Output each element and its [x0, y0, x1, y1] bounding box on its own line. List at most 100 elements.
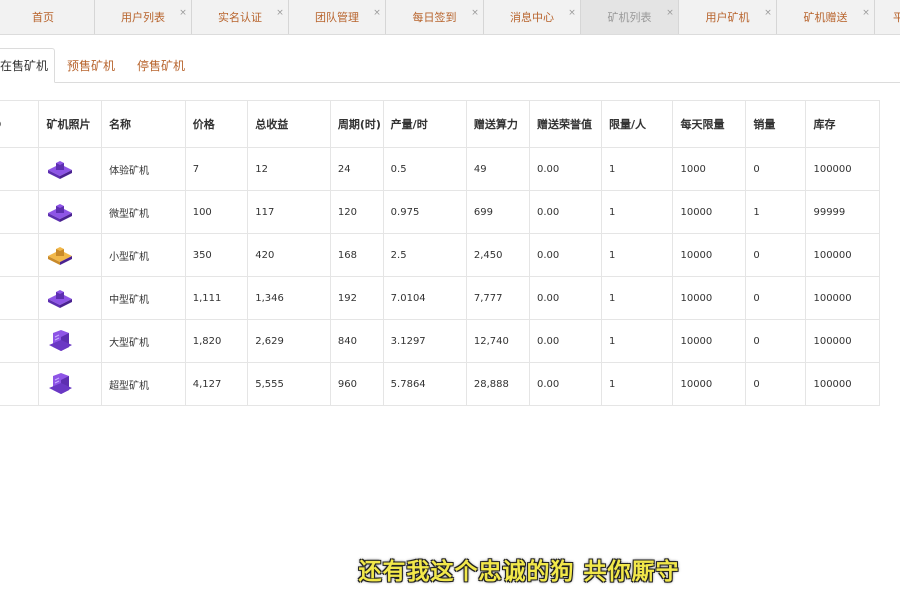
cell-id	[0, 319, 40, 363]
cell-stock: 100000	[805, 276, 880, 320]
table-row[interactable]: 体验矿机 7 12 24 0.5 49 0.00 1 1000 0 100000	[0, 147, 880, 191]
cell-name: 大型矿机	[101, 319, 186, 363]
cell-limit-per-user: 1	[601, 233, 674, 277]
subtab-on-sale[interactable]: 在售矿机	[0, 48, 55, 83]
col-header-photo: 矿机照片	[38, 100, 103, 148]
cell-daily-limit: 10000	[672, 362, 747, 406]
cell-id	[0, 190, 40, 234]
cell-honor: 0.00	[528, 147, 603, 191]
cell-daily-limit: 10000	[672, 276, 747, 320]
tab-message-center[interactable]: 消息中心 ×	[484, 0, 581, 34]
close-icon[interactable]: ×	[179, 9, 187, 18]
col-header-sold: 销量	[745, 100, 807, 148]
miner-medium-icon	[48, 290, 73, 308]
col-header-limit-per-user: 限量/人	[601, 100, 674, 148]
cell-bonus-power: 12,740	[465, 319, 530, 363]
cell-output: 0.975	[382, 190, 467, 234]
cell-output: 2.5	[382, 233, 467, 277]
close-icon[interactable]: ×	[666, 9, 674, 18]
tab-daily-checkin[interactable]: 每日签到 ×	[386, 0, 484, 34]
cell-sold: 0	[745, 147, 807, 191]
cell-daily-limit: 10000	[672, 319, 747, 363]
subtab-presale[interactable]: 预售矿机	[59, 48, 123, 82]
close-icon[interactable]: ×	[276, 9, 284, 18]
cell-total: 1,346	[247, 276, 331, 320]
table-row[interactable]: 小型矿机 350 420 168 2.5 2,450 0.00 1 10000 0 100000	[0, 233, 880, 277]
cell-stock: 99999	[805, 190, 880, 234]
cell-limit-per-user: 1	[601, 362, 674, 406]
cell-stock: 100000	[805, 233, 880, 277]
tab-team-management[interactable]: 团队管理 ×	[289, 0, 386, 34]
miner-table: ID 矿机照片 名称 价格 总收益 周期(时) 产量/时 赠送算力 赠送荣誉值 …	[0, 100, 880, 406]
cell-limit-per-user: 1	[601, 276, 674, 320]
tab-miner-gift[interactable]: 矿机赠送 ×	[777, 0, 875, 34]
cell-price: 1,111	[184, 276, 249, 320]
table-row[interactable]: 中型矿机 1,111 1,346 192 7.0104 7,777 0.00 1 10000 0 1…	[0, 276, 880, 320]
cell-output: 5.7864	[382, 362, 467, 406]
tab-bar: 首页 用户列表 × 实名认证 × 团队管理 × 每日签到 × 消息中心 × 矿机列表 × 用…	[0, 0, 900, 35]
cell-daily-limit: 10000	[672, 233, 747, 277]
close-icon[interactable]: ×	[373, 9, 381, 18]
cell-bonus-power: 28,888	[465, 362, 530, 406]
cell-limit-per-user: 1	[601, 147, 674, 191]
cell-photo	[38, 190, 103, 234]
col-header-stock: 库存	[805, 100, 880, 148]
tab-user-miners[interactable]: 用户矿机 ×	[679, 0, 777, 34]
col-header-id: ID	[0, 100, 40, 148]
cell-cycle: 168	[329, 233, 384, 277]
table-header-row: ID 矿机照片 名称 价格 总收益 周期(时) 产量/时 赠送算力 赠送荣誉值 …	[0, 100, 880, 148]
cell-cycle: 840	[329, 319, 384, 363]
tab-overflow[interactable]: 平	[875, 0, 900, 34]
col-header-total: 总收益	[247, 100, 331, 148]
cell-total: 117	[247, 190, 331, 234]
close-icon[interactable]: ×	[862, 9, 870, 18]
cell-name: 小型矿机	[101, 233, 186, 277]
cell-cycle: 960	[329, 362, 384, 406]
miner-small-icon	[48, 161, 73, 179]
col-header-output: 产量/时	[382, 100, 467, 148]
close-icon[interactable]: ×	[471, 9, 479, 18]
cell-photo	[38, 319, 103, 363]
cell-price: 1,820	[184, 319, 249, 363]
cell-sold: 0	[745, 362, 807, 406]
cell-id	[0, 276, 40, 320]
cell-photo	[38, 362, 103, 406]
cell-price: 350	[184, 233, 249, 277]
subtab-discontinued[interactable]: 停售矿机	[129, 48, 193, 82]
cell-name: 体验矿机	[101, 147, 186, 191]
cell-id	[0, 362, 40, 406]
table-row[interactable]: 微型矿机 100 117 120 0.975 699 0.00 1 10000 1 99999	[0, 190, 880, 234]
table-row[interactable]: 超型矿机 4,127 5,555 960 5.7864 28,888 0.00 1 10000 0…	[0, 362, 880, 406]
close-icon[interactable]: ×	[568, 9, 576, 18]
cell-id	[0, 233, 40, 277]
close-icon[interactable]: ×	[764, 9, 772, 18]
cell-cycle: 192	[329, 276, 384, 320]
tab-miner-list[interactable]: 矿机列表 ×	[581, 0, 679, 34]
cell-output: 0.5	[382, 147, 467, 191]
cell-total: 420	[247, 233, 331, 277]
cell-bonus-power: 2,450	[465, 233, 530, 277]
miner-large-icon	[49, 330, 73, 351]
cell-total: 12	[247, 147, 331, 191]
col-header-price: 价格	[184, 100, 249, 148]
tab-real-name-auth[interactable]: 实名认证 ×	[192, 0, 289, 34]
col-header-bonus-power: 赠送算力	[465, 100, 530, 148]
cell-cycle: 24	[329, 147, 384, 191]
cell-sold: 0	[745, 319, 807, 363]
cell-bonus-power: 699	[465, 190, 530, 234]
cell-price: 7	[184, 147, 249, 191]
video-subtitle: 还有我这个忠诚的狗 共你厮守	[358, 559, 680, 585]
tab-home[interactable]: 首页	[0, 0, 95, 34]
cell-output: 7.0104	[382, 276, 467, 320]
miner-gold-icon	[48, 247, 73, 265]
tab-user-list[interactable]: 用户列表 ×	[95, 0, 192, 34]
table-row[interactable]: 大型矿机 1,820 2,629 840 3.1297 12,740 0.00 1 10000 0…	[0, 319, 880, 363]
cell-daily-limit: 10000	[672, 190, 747, 234]
cell-bonus-power: 49	[465, 147, 530, 191]
cell-limit-per-user: 1	[601, 190, 674, 234]
cell-id	[0, 147, 40, 191]
cell-photo	[38, 276, 103, 320]
col-header-honor: 赠送荣誉值	[528, 100, 603, 148]
cell-limit-per-user: 1	[601, 319, 674, 363]
cell-name: 中型矿机	[101, 276, 186, 320]
